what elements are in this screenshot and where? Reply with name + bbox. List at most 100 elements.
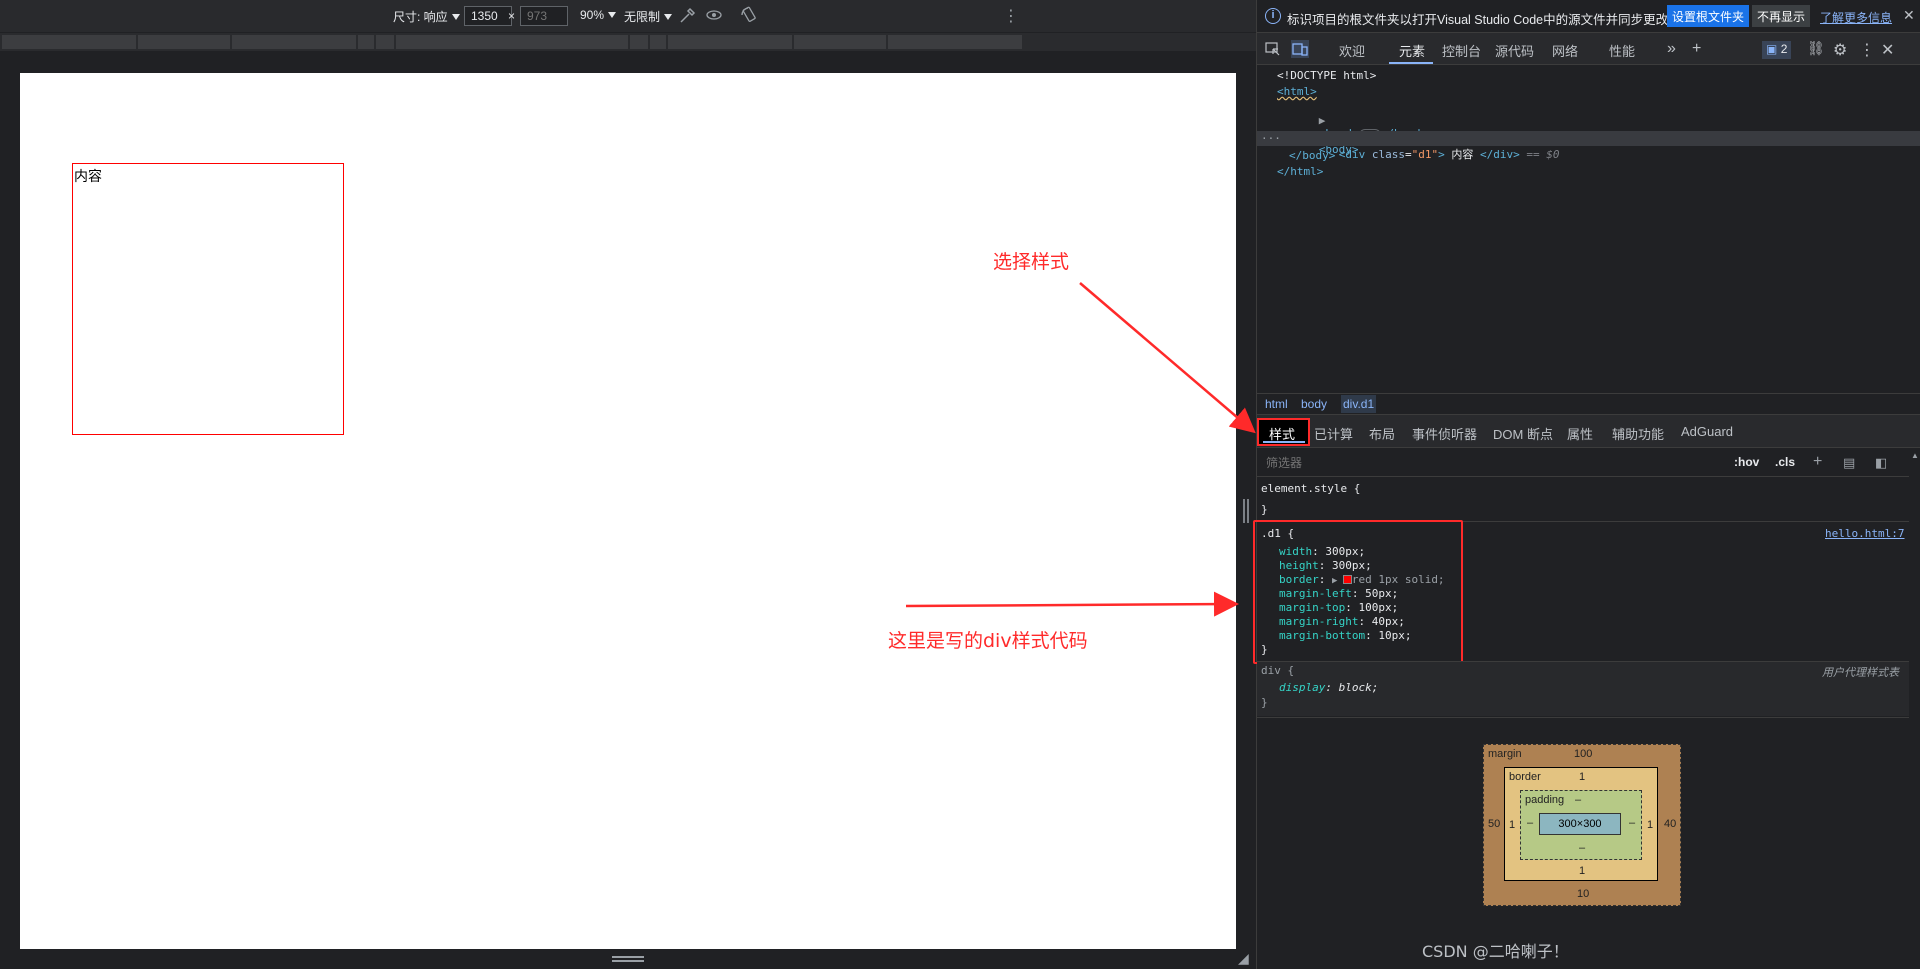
tab-sources[interactable]: 源代码: [1495, 41, 1534, 60]
toggle-sidebar-icon[interactable]: ◧: [1875, 455, 1887, 471]
eye-icon[interactable]: [705, 6, 723, 24]
chevron-down-icon: [664, 13, 673, 20]
box-model-padding[interactable]: padding – – – – 300×300: [1520, 790, 1642, 860]
margin-top-value[interactable]: 100: [1574, 748, 1592, 760]
node-menu-icon[interactable]: ···: [1261, 132, 1281, 145]
media-query-segment[interactable]: [376, 35, 394, 49]
breadcrumb-body[interactable]: body: [1301, 397, 1327, 411]
more-options-icon[interactable]: ⋮: [1003, 6, 1019, 26]
connection-icon[interactable]: ⛓: [1807, 40, 1825, 57]
scrollbar[interactable]: ▲: [1909, 449, 1920, 969]
tab-accessibility[interactable]: 辅助功能: [1612, 424, 1664, 443]
border-bottom-value[interactable]: 1: [1579, 865, 1585, 877]
tree-doctype[interactable]: <!DOCTYPE html>: [1277, 69, 1376, 82]
media-query-segment[interactable]: [2, 35, 136, 49]
tab-welcome[interactable]: 欢迎: [1339, 41, 1365, 60]
more-tabs-icon[interactable]: »: [1667, 40, 1676, 58]
tab-elements[interactable]: 元素: [1399, 41, 1425, 60]
resize-handle-bottom[interactable]: [612, 956, 644, 964]
media-query-segment[interactable]: [668, 35, 792, 49]
div-selector[interactable]: div {: [1261, 664, 1294, 677]
tree-div-close: </div>: [1480, 148, 1520, 161]
div-prop-display[interactable]: display: block;: [1279, 681, 1378, 694]
media-query-bar[interactable]: [0, 33, 1256, 51]
border-top-value[interactable]: 1: [1579, 771, 1585, 783]
border-label: border: [1509, 771, 1541, 783]
tree-body-close[interactable]: </body>: [1289, 149, 1335, 162]
tab-performance[interactable]: 性能: [1609, 41, 1635, 60]
padding-right-value[interactable]: –: [1629, 817, 1635, 829]
border-right-value[interactable]: 1: [1647, 819, 1653, 831]
media-query-segment[interactable]: [888, 35, 1022, 49]
tree-div-d1[interactable]: <div class="d1"> 内容 </div> == $0: [1299, 133, 1560, 175]
tree-selected-marker: == $0: [1526, 148, 1560, 161]
filter-input[interactable]: [1260, 452, 1724, 474]
throttle-dropdown[interactable]: 无限制: [624, 8, 673, 25]
tab-computed[interactable]: 已计算: [1314, 424, 1353, 443]
tab-event-listeners[interactable]: 事件侦听器: [1412, 424, 1477, 443]
dimensions-dropdown[interactable]: 尺寸: 响应: [393, 8, 460, 25]
div-text: 内容: [74, 169, 102, 185]
height-input[interactable]: [520, 6, 568, 26]
resize-corner-icon[interactable]: ◢: [1238, 950, 1249, 967]
margin-bottom-value[interactable]: 10: [1577, 888, 1589, 900]
cls-toggle[interactable]: .cls: [1775, 455, 1795, 469]
paint-icon[interactable]: ▤: [1843, 455, 1855, 471]
close-icon[interactable]: ✕: [1903, 7, 1915, 24]
throttle-label: 无限制: [624, 10, 661, 24]
media-query-segment[interactable]: [396, 35, 628, 49]
panel-splitter[interactable]: [1243, 497, 1249, 525]
media-query-segment[interactable]: [358, 35, 374, 49]
issues-badge[interactable]: ▣ 2: [1762, 41, 1792, 59]
tab-adguard[interactable]: AdGuard: [1681, 424, 1733, 439]
tree-html-close[interactable]: </html>: [1277, 165, 1323, 178]
margin-left-value[interactable]: 50: [1488, 818, 1500, 830]
styles-filter-bar: :hov .cls + ▤ ◧: [1257, 449, 1920, 477]
dont-show-again-button[interactable]: 不再显示: [1752, 5, 1811, 27]
set-root-folder-button[interactable]: 设置根文件夹: [1667, 5, 1750, 27]
inspect-element-icon[interactable]: [1265, 41, 1281, 57]
media-query-segment[interactable]: [650, 35, 666, 49]
eyedropper-icon[interactable]: [678, 5, 696, 25]
tab-properties[interactable]: 属性: [1567, 424, 1593, 443]
box-model-content[interactable]: 300×300: [1539, 813, 1621, 835]
tab-network[interactable]: 网络: [1552, 41, 1578, 60]
div-close: }: [1261, 696, 1268, 709]
zoom-dropdown[interactable]: 90%: [580, 8, 617, 22]
tab-dom-breakpoints[interactable]: DOM 断点: [1493, 424, 1553, 443]
rotate-icon[interactable]: [740, 5, 758, 25]
more-options-icon[interactable]: ⋮: [1859, 40, 1875, 60]
media-query-segment[interactable]: [232, 35, 356, 49]
d1-source-link[interactable]: hello.html:7: [1825, 527, 1904, 540]
learn-more-link[interactable]: 了解更多信息: [1820, 9, 1892, 26]
margin-right-value[interactable]: 40: [1664, 818, 1676, 830]
width-input[interactable]: [464, 6, 512, 26]
breadcrumb-div-d1[interactable]: div.d1: [1341, 395, 1377, 413]
tab-console[interactable]: 控制台: [1442, 41, 1481, 60]
watermark: CSDN @二哈喇子！: [1422, 942, 1569, 961]
tree-div-attr-value: "d1": [1411, 148, 1439, 161]
padding-top-value[interactable]: –: [1575, 794, 1581, 806]
scroll-up-icon[interactable]: ▲: [1911, 451, 1919, 460]
breadcrumb-html[interactable]: html: [1265, 397, 1288, 411]
new-rule-icon[interactable]: +: [1813, 453, 1822, 471]
margin-label: margin: [1488, 748, 1522, 760]
content-div[interactable]: 内容: [72, 163, 344, 435]
hov-toggle[interactable]: :hov: [1734, 455, 1759, 469]
device-toggle-icon[interactable]: [1291, 40, 1309, 58]
divider: [1257, 717, 1909, 718]
gear-icon[interactable]: ⚙: [1833, 40, 1847, 60]
tab-layout[interactable]: 布局: [1369, 424, 1395, 443]
media-query-segment[interactable]: [794, 35, 886, 49]
close-icon[interactable]: ✕: [1881, 40, 1894, 60]
border-left-value[interactable]: 1: [1509, 819, 1515, 831]
box-model-margin[interactable]: margin 100 50 40 10 border 1 1 1 1 paddi…: [1483, 744, 1681, 906]
tree-html-open[interactable]: <html>: [1277, 85, 1317, 98]
media-query-segment[interactable]: [630, 35, 648, 49]
add-tab-icon[interactable]: +: [1692, 40, 1701, 58]
element-style-selector[interactable]: element.style {: [1261, 482, 1360, 495]
box-model-border[interactable]: border 1 1 1 1 padding – – – – 300×300: [1504, 767, 1658, 881]
media-query-segment[interactable]: [138, 35, 230, 49]
padding-bottom-value[interactable]: –: [1579, 842, 1585, 854]
padding-left-value[interactable]: –: [1527, 817, 1533, 829]
